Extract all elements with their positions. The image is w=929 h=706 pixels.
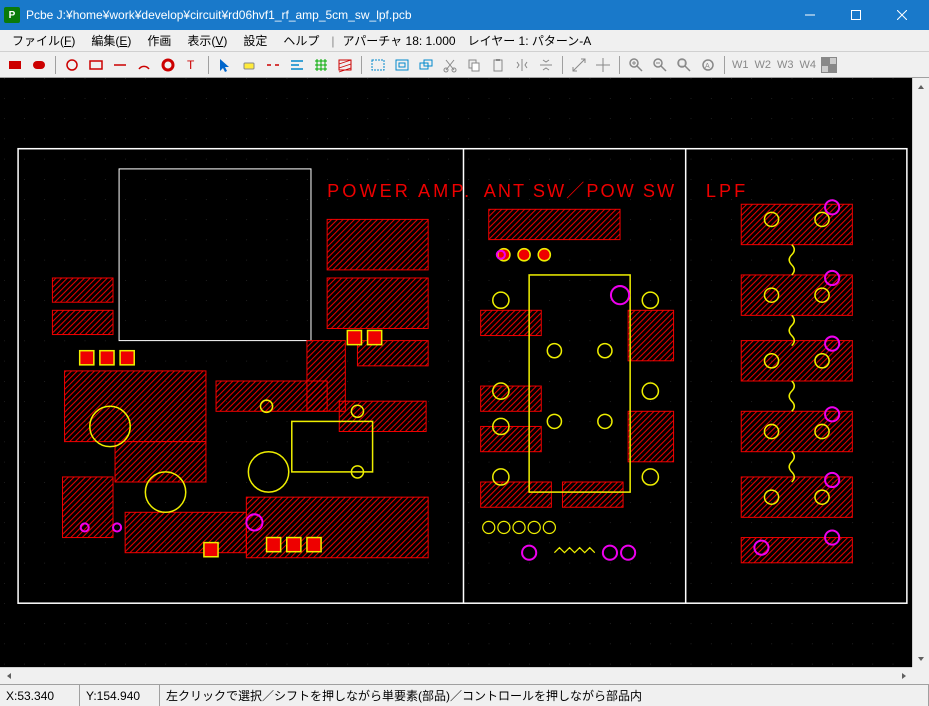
tool-layers-icon[interactable] [415, 54, 437, 76]
tool-donut[interactable] [157, 54, 179, 76]
layer-info[interactable]: レイヤー 1: パターン-A [468, 32, 592, 49]
scroll-left-arrow[interactable] [0, 668, 17, 684]
layer-w2[interactable]: W2 [753, 59, 774, 71]
toolbar-separator [724, 56, 725, 74]
menubar: ファイル(F) 編集(E) 作画 表示(V) 設定 ヘルプ | アパーチャ 18… [0, 30, 929, 52]
toolbar-separator [208, 56, 209, 74]
tool-measure[interactable] [568, 54, 590, 76]
close-button[interactable] [879, 0, 925, 30]
menu-help[interactable]: ヘルプ [275, 30, 327, 51]
svg-text:A: A [705, 63, 710, 70]
tool-zoom-all[interactable]: A [697, 54, 719, 76]
layer-w4[interactable]: W4 [798, 59, 819, 71]
tool-mesh[interactable] [310, 54, 332, 76]
tool-select[interactable] [214, 54, 236, 76]
layer-swatch[interactable] [820, 57, 838, 73]
tool-arc[interactable] [133, 54, 155, 76]
scroll-down-arrow[interactable] [913, 650, 929, 667]
aperture-info[interactable]: アパーチャ 18: 1.000 [343, 32, 456, 49]
menu-draw[interactable]: 作画 [139, 30, 179, 51]
toolbar-separator [55, 56, 56, 74]
maximize-button[interactable] [833, 0, 879, 30]
vscroll-track[interactable] [913, 95, 929, 650]
statusbar: X:53.340 Y:154.940 左クリックで選択／シフトを押しながら単要素… [0, 684, 929, 706]
tool-eraser[interactable] [238, 54, 260, 76]
scroll-right-arrow[interactable] [895, 668, 912, 684]
tool-zoom-in[interactable] [625, 54, 647, 76]
window-title: Pcbe J:¥home¥work¥develop¥circuit¥rd06hv… [26, 8, 787, 22]
app-icon: P [4, 7, 20, 23]
pcb-canvas[interactable]: POWER AMP. ANT SW／POW SW LPF [0, 78, 929, 684]
menu-separator: | [331, 34, 334, 48]
menu-edit[interactable]: 編集(E) [83, 30, 139, 51]
status-y: Y:154.940 [80, 685, 160, 706]
tool-fill-round[interactable] [28, 54, 50, 76]
tool-zoom-out[interactable] [649, 54, 671, 76]
tool-rect[interactable] [85, 54, 107, 76]
tool-hatch[interactable] [334, 54, 356, 76]
tool-fill-rect[interactable] [4, 54, 26, 76]
tool-flip-h[interactable] [511, 54, 533, 76]
window-controls [787, 0, 925, 30]
scroll-up-arrow[interactable] [913, 78, 929, 95]
titlebar: P Pcbe J:¥home¥work¥develop¥circuit¥rd06… [0, 0, 929, 30]
toolbar-separator [361, 56, 362, 74]
label-power-amp: POWER AMP. [327, 181, 472, 201]
tool-copy[interactable] [463, 54, 485, 76]
minimize-button[interactable] [787, 0, 833, 30]
menu-settings[interactable]: 設定 [235, 30, 275, 51]
canvas-area: POWER AMP. ANT SW／POW SW LPF [0, 78, 929, 684]
status-x: X:53.340 [0, 685, 80, 706]
tool-align[interactable] [286, 54, 308, 76]
menu-file[interactable]: ファイル(F) [4, 30, 83, 51]
tool-text[interactable]: T [181, 54, 203, 76]
toolbar: T A W1 W2 W3 W4 [0, 52, 929, 78]
vertical-scrollbar[interactable] [912, 78, 929, 667]
tool-circle[interactable] [61, 54, 83, 76]
tool-group[interactable] [391, 54, 413, 76]
menu-view[interactable]: 表示(V) [179, 30, 235, 51]
toolbar-separator [562, 56, 563, 74]
tool-break[interactable] [262, 54, 284, 76]
hscroll-track[interactable] [17, 668, 895, 684]
tool-cut[interactable] [439, 54, 461, 76]
layer-w3[interactable]: W3 [775, 59, 796, 71]
status-message: 左クリックで選択／シフトを押しながら単要素(部品)／コントロールを押しながら部品… [160, 685, 929, 706]
tool-zoom-fit[interactable] [673, 54, 695, 76]
svg-text:T: T [187, 58, 195, 72]
tool-select-rect[interactable] [367, 54, 389, 76]
horizontal-scrollbar[interactable] [0, 667, 912, 684]
label-lpf: LPF [706, 181, 748, 201]
tool-crosshair[interactable] [592, 54, 614, 76]
tool-line[interactable] [109, 54, 131, 76]
label-ant-sw: ANT SW／POW SW [484, 181, 677, 201]
layer-w1[interactable]: W1 [730, 59, 751, 71]
toolbar-separator [619, 56, 620, 74]
tool-flip-v[interactable] [535, 54, 557, 76]
scroll-corner [912, 667, 929, 684]
tool-paste[interactable] [487, 54, 509, 76]
